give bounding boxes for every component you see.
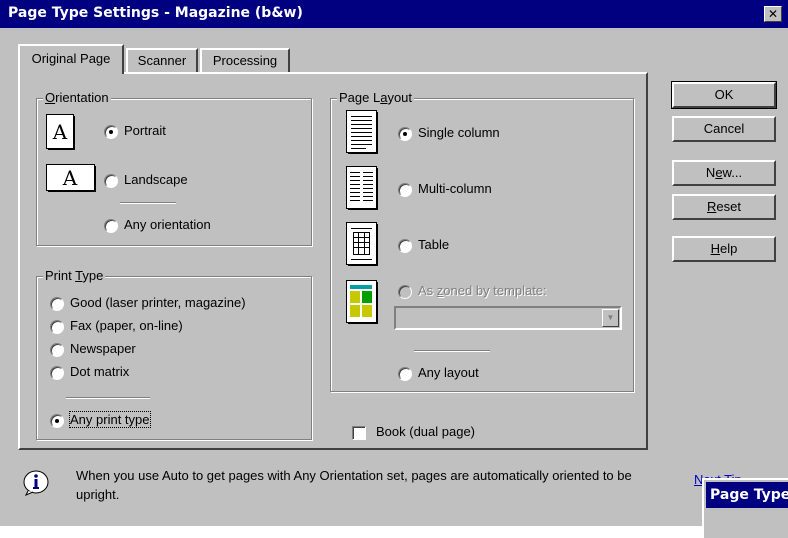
landscape-radio[interactable]: [104, 174, 118, 188]
svg-text:A: A: [62, 166, 78, 190]
tab-label: Original Page: [31, 51, 111, 66]
ok-button[interactable]: OK: [671, 81, 777, 109]
svg-text:A: A: [52, 120, 68, 144]
newspaper-label[interactable]: Newspaper: [70, 341, 136, 356]
book-dual-page-label[interactable]: Book (dual page): [376, 424, 475, 439]
orientation-separator: [120, 202, 176, 204]
window-title: Page Type Settings - Magazine (b&w): [8, 5, 303, 21]
tab-label: Scanner: [137, 53, 187, 68]
orientation-legend: Orientation: [43, 90, 111, 105]
fax-print-radio[interactable]: [50, 320, 64, 334]
book-dual-page-checkbox[interactable]: [352, 426, 366, 440]
close-button[interactable]: ✕: [764, 6, 782, 22]
reset-button[interactable]: Reset: [672, 194, 776, 220]
zoned-template-label[interactable]: As zoned by template:: [418, 283, 547, 298]
new-button[interactable]: New...: [672, 160, 776, 186]
portrait-label[interactable]: Portrait: [124, 123, 166, 138]
close-icon: ✕: [767, 7, 779, 21]
multi-column-icon: [346, 166, 378, 210]
any-orientation-radio[interactable]: [104, 219, 118, 233]
any-print-type-label[interactable]: Any print type: [69, 411, 151, 428]
table-radio[interactable]: [398, 239, 412, 253]
page-layout-legend: Page Layout: [337, 90, 415, 105]
any-orientation-label[interactable]: Any orientation: [124, 217, 211, 232]
tab-original-page[interactable]: Original Page: [18, 44, 124, 74]
zoned-template-icon: [346, 280, 378, 324]
tab-scanner[interactable]: Scanner: [126, 48, 198, 72]
print-type-separator: [66, 397, 150, 399]
multi-column-radio[interactable]: [398, 183, 412, 197]
template-select[interactable]: ▼: [394, 306, 622, 330]
good-print-label[interactable]: Good (laser printer, magazine): [70, 295, 246, 310]
tab-label: Processing: [212, 53, 278, 68]
page-type-settings-dialog: Page Type Settings - Magazine (b&w) ✕ Or…: [0, 0, 788, 538]
print-type-legend: Print Type: [43, 268, 106, 283]
fax-print-label[interactable]: Fax (paper, on-line): [70, 318, 183, 333]
tip-text: When you use Auto to get pages with Any …: [76, 468, 632, 502]
portrait-radio[interactable]: [104, 125, 118, 139]
zoned-template-radio[interactable]: [398, 285, 412, 299]
chevron-down-icon[interactable]: ▼: [602, 309, 619, 327]
dot-matrix-radio[interactable]: [50, 366, 64, 380]
multi-column-label[interactable]: Multi-column: [418, 181, 492, 196]
table-layout-icon: [346, 222, 378, 266]
background-window[interactable]: Page Type: [702, 478, 788, 538]
cancel-label: Cancel: [703, 121, 745, 136]
dot-matrix-label[interactable]: Dot matrix: [70, 364, 129, 379]
tab-processing[interactable]: Processing: [200, 48, 290, 72]
cancel-button[interactable]: Cancel: [672, 116, 776, 142]
help-label: Help: [710, 241, 738, 256]
any-layout-label[interactable]: Any layout: [418, 365, 479, 380]
info-icon: [23, 470, 49, 496]
ok-label: OK: [714, 87, 734, 102]
title-bar[interactable]: Page Type Settings - Magazine (b&w) ✕: [0, 0, 788, 28]
landscape-label[interactable]: Landscape: [124, 172, 188, 187]
landscape-page-icon: A: [46, 164, 96, 192]
single-column-icon: [346, 110, 378, 154]
reset-label: Reset: [707, 199, 741, 214]
newspaper-radio[interactable]: [50, 343, 64, 357]
any-layout-radio[interactable]: [398, 367, 412, 381]
help-button[interactable]: Help: [672, 236, 776, 262]
portrait-page-icon: A: [46, 114, 75, 150]
page-layout-separator: [414, 350, 490, 352]
any-print-type-radio[interactable]: [50, 414, 64, 428]
single-column-label[interactable]: Single column: [418, 125, 500, 140]
background-window-title: Page Type: [706, 482, 788, 508]
single-column-radio[interactable]: [398, 127, 412, 141]
table-label[interactable]: Table: [418, 237, 449, 252]
good-print-radio[interactable]: [50, 297, 64, 311]
new-label: New...: [705, 165, 743, 180]
